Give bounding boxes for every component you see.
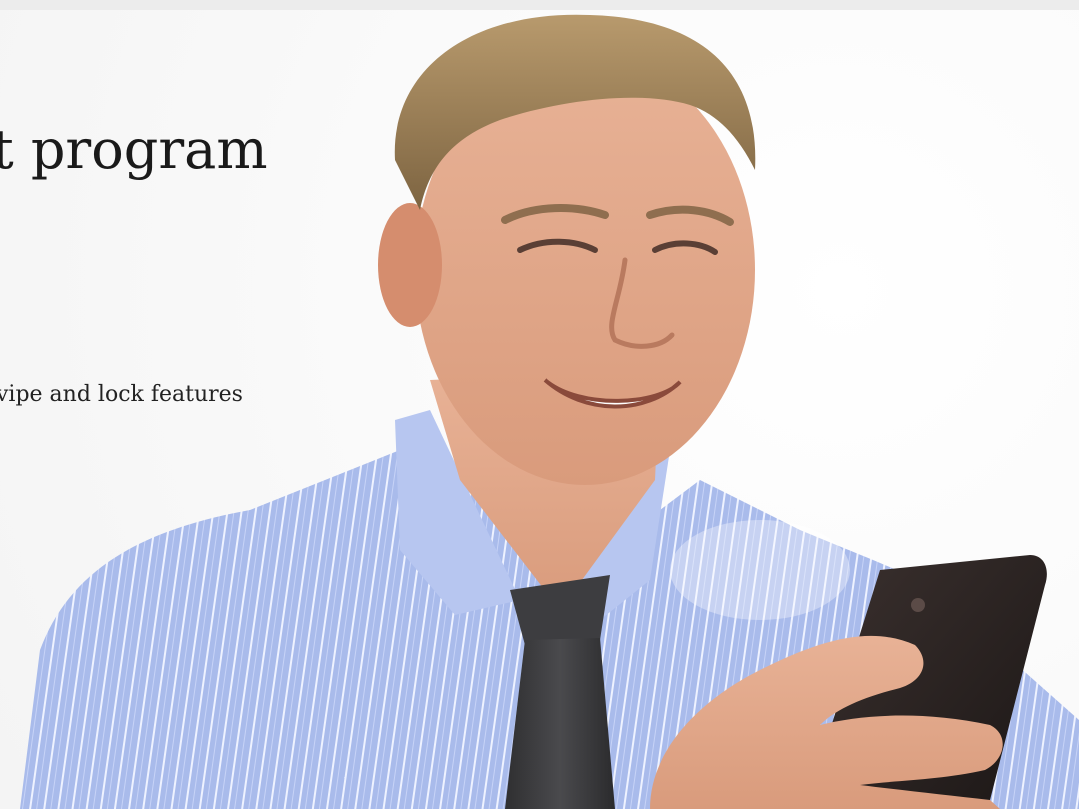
ear (378, 203, 442, 327)
hero-headline: t program (0, 118, 268, 181)
hero-feature-text: vipe and lock features (0, 382, 243, 407)
light-flare (670, 520, 850, 620)
hero-banner: t program vipe and lock features (0, 0, 1079, 809)
top-strip (0, 0, 1079, 10)
